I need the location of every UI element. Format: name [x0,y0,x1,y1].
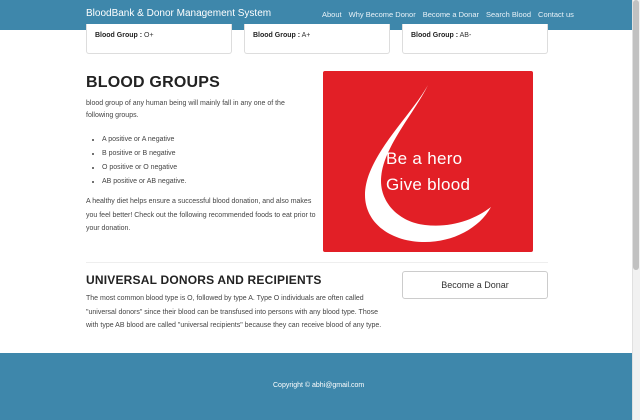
blood-group-card: Blood Group : AB- [402,24,548,54]
hero-line-1: Be a hero [386,149,463,168]
blood-group-label: Blood Group : [95,32,143,39]
nav-search-blood[interactable]: Search Blood [486,10,531,19]
hero-slogan: Be a hero Give blood [386,146,470,198]
blood-group-value: AB- [459,32,472,39]
page-scrollbar[interactable] [632,0,640,420]
become-donor-button[interactable]: Become a Donar [402,271,548,299]
blood-groups-title: BLOOD GROUPS [86,74,220,91]
blood-groups-list: A positive or A negative B positive or B… [102,133,186,189]
blood-group-item: A positive or A negative [102,133,186,147]
section-divider [86,262,548,263]
blood-group-card: Blood Group : O+ [86,24,232,54]
nav-contact-us[interactable]: Contact us [538,10,574,19]
blood-group-value: O+ [144,32,154,39]
nav-about[interactable]: About [322,10,342,19]
universal-title: UNIVERSAL DONORS AND RECIPIENTS [86,273,322,287]
nav-why-become-donor[interactable]: Why Become Donor [349,10,416,19]
hero-line-2: Give blood [386,175,471,194]
blood-group-card: Blood Group : A+ [244,24,390,54]
blood-group-label: Blood Group : [253,32,301,39]
main-nav: About Why Become Donor Become a Donar Se… [322,10,581,19]
blood-groups-intro: blood group of any human being will main… [86,100,285,119]
site-brand[interactable]: BloodBank & Donor Management System [86,8,271,19]
blood-group-item: AB positive or AB negative. [102,175,186,189]
blood-group-value: A+ [301,32,311,39]
nav-become-donor[interactable]: Become a Donar [423,10,479,19]
blood-group-item: B positive or B negative [102,147,186,161]
blood-group-item: O positive or O negative [102,161,186,175]
healthy-diet-text: A healthy diet helps ensure a successful… [86,198,316,232]
blood-group-label: Blood Group : [411,32,459,39]
copyright-text: Copyright © abhi@gmail.com [273,382,365,389]
scrollbar-thumb[interactable] [633,0,639,270]
universal-text: The most common blood type is O, followe… [86,295,382,329]
